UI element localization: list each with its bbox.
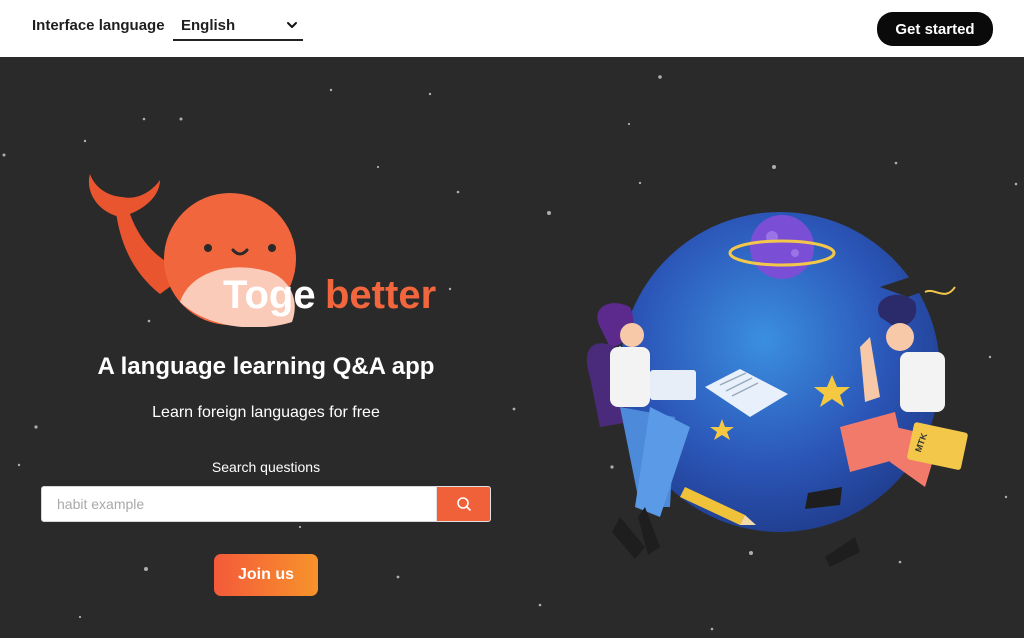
- brand-name-part1: Toge: [223, 273, 316, 317]
- search-input[interactable]: [41, 486, 437, 522]
- interface-language-select[interactable]: English: [173, 12, 303, 41]
- search-button[interactable]: [436, 486, 491, 522]
- get-started-button[interactable]: Get started: [877, 12, 993, 46]
- search-icon: [456, 497, 471, 511]
- join-us-button[interactable]: Join us: [214, 554, 318, 596]
- students-space-illustration: MTK: [586, 212, 968, 567]
- whale-logo-icon: Toge better: [88, 174, 436, 327]
- hero-tagline: A language learning Q&A app: [97, 353, 435, 380]
- hero-section: Toge better A language learning Q&A app …: [0, 57, 1024, 638]
- chevron-down-icon: [287, 22, 297, 28]
- language-select-value: English: [181, 17, 236, 34]
- interface-language-label: Interface language: [32, 17, 165, 34]
- top-bar: Interface language English Get started: [0, 0, 1024, 57]
- search-questions-label: Search questions: [211, 459, 321, 475]
- brand-name-part2: better: [325, 273, 436, 317]
- hero-subtitle: Learn foreign languages for free: [152, 404, 380, 421]
